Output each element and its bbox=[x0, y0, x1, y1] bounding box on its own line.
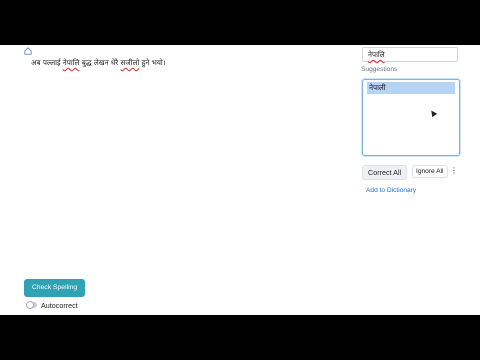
suggestions-list[interactable]: नेपाली bbox=[362, 79, 460, 156]
app-canvas: अब पल्लाई नेपालि बुद्ध लेखन धेरै सजीलो ह… bbox=[0, 45, 480, 315]
editor-word: बुद्ध लेखन धेरै bbox=[79, 58, 121, 67]
correct-all-button[interactable]: Correct All bbox=[362, 165, 408, 180]
autocorrect-label: Autocorrect bbox=[41, 301, 78, 310]
home-icon[interactable] bbox=[24, 47, 32, 55]
editor-word: हुने भयो। bbox=[139, 58, 166, 67]
ignore-all-button[interactable]: Ignore All bbox=[412, 165, 448, 178]
misspelled-word[interactable]: सजीलो bbox=[121, 58, 140, 67]
current-word-field[interactable]: नेपालि bbox=[362, 47, 458, 62]
more-vertical-icon[interactable]: ⋮ bbox=[450, 167, 458, 175]
add-to-dictionary-link[interactable]: Add to Dictionary bbox=[366, 187, 416, 194]
text-editor[interactable]: अब पल्लाई नेपालि बुद्ध लेखन धेरै सजीलो ह… bbox=[31, 58, 166, 68]
check-spelling-button[interactable]: Check Spelling bbox=[24, 279, 85, 297]
misspelled-word[interactable]: नेपालि bbox=[63, 58, 80, 67]
current-word-text: नेपालि bbox=[368, 50, 385, 59]
editor-word: पल्लाई bbox=[42, 58, 63, 67]
suggestions-heading: Suggestions bbox=[361, 66, 398, 73]
autocorrect-toggle[interactable] bbox=[26, 301, 37, 309]
suggestion-item[interactable]: नेपाली bbox=[367, 82, 455, 94]
editor-word: अब bbox=[31, 58, 43, 67]
